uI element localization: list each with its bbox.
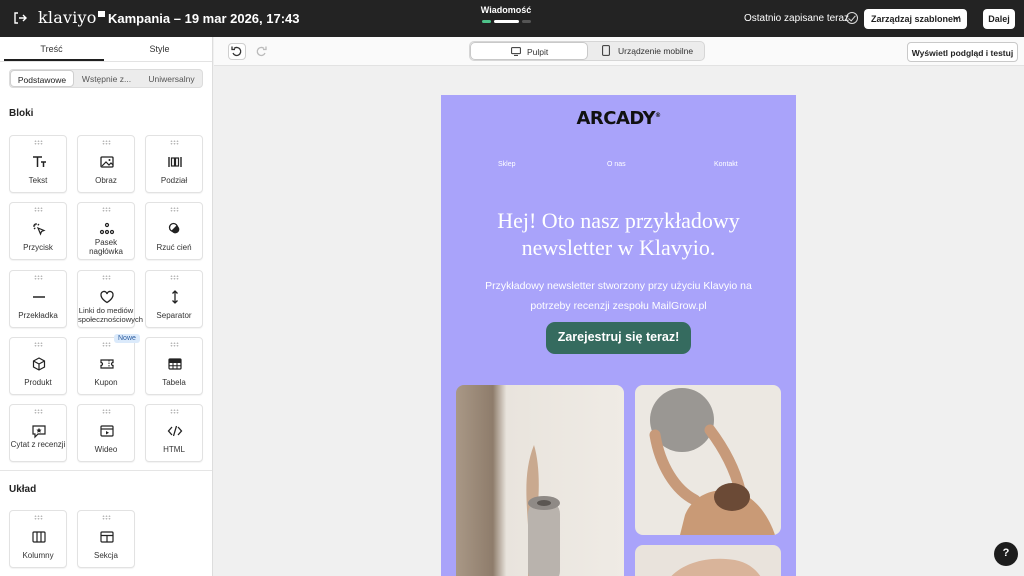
block-text[interactable]: Tekst xyxy=(9,135,67,193)
email-headline[interactable]: Hej! Oto nasz przykładowy newsletter w K… xyxy=(461,207,776,261)
block-section[interactable]: Sekcja xyxy=(77,510,135,568)
campaign-title: Kampania – 19 mar 2026, 17:43 xyxy=(108,11,300,26)
email-cta-button[interactable]: Zarejestruj się teraz! xyxy=(546,322,691,354)
check-circle-icon xyxy=(846,12,858,24)
shadow-icon xyxy=(168,222,180,234)
email-nav-contact[interactable]: Kontakt xyxy=(714,161,738,168)
exit-icon[interactable] xyxy=(12,10,28,26)
quote-icon xyxy=(32,425,46,439)
monitor-icon xyxy=(511,47,521,56)
email-nav-about[interactable]: O nas xyxy=(607,161,626,168)
tab-style[interactable]: Style xyxy=(108,44,211,54)
text-icon xyxy=(33,156,46,167)
canvas-toolbar: Pulpit Urządzenie mobilne Wyświetl podgl… xyxy=(214,37,1024,66)
manage-template-button[interactable]: Zarządzaj szablonem xyxy=(864,9,967,29)
saved-status: Ostatnio zapisane teraz xyxy=(744,13,850,24)
email-preview[interactable]: ARCADY® Sklep O nas Kontakt Hej! Oto nas… xyxy=(441,95,796,576)
heart-icon xyxy=(100,290,114,304)
klaviyo-logo: klaviyo xyxy=(38,8,105,27)
block-button[interactable]: Przycisk xyxy=(9,202,67,260)
help-button[interactable]: ? xyxy=(994,542,1018,566)
layout-heading: Układ xyxy=(9,484,37,495)
fitness-ball-photo[interactable] xyxy=(635,385,781,535)
new-badge: Nowe xyxy=(114,334,140,343)
block-review-quote[interactable]: Cytat z recenzji xyxy=(9,404,67,462)
top-bar: klaviyo Kampania – 19 mar 2026, 17:43 Wi… xyxy=(0,0,1024,37)
email-nav-shop[interactable]: Sklep xyxy=(498,161,516,168)
header-bar-icon xyxy=(99,222,115,235)
table-icon xyxy=(168,358,182,370)
tab-content[interactable]: Treść xyxy=(0,44,103,54)
coupon-icon xyxy=(100,359,114,369)
blocks-heading: Bloki xyxy=(9,108,34,119)
yoga-mat-photo[interactable] xyxy=(456,385,624,576)
step-indicator[interactable]: Wiadomość xyxy=(470,5,542,23)
preview-test-button[interactable]: Wyświetl podgląd i testuj xyxy=(907,42,1018,62)
cursor-click-icon xyxy=(33,223,46,236)
device-toggle: Pulpit Urządzenie mobilne xyxy=(469,41,705,61)
redo-button[interactable] xyxy=(253,43,269,60)
block-coupon[interactable]: Kupon xyxy=(77,337,135,395)
next-button[interactable]: Dalej xyxy=(983,9,1015,29)
phone-icon xyxy=(602,45,610,56)
step-label: Wiadomość xyxy=(480,5,532,15)
block-image[interactable]: Obraz xyxy=(77,135,135,193)
block-divider[interactable]: Przekładka xyxy=(9,270,67,328)
segment-universal[interactable]: Uniwersalny xyxy=(139,70,204,87)
email-body-text[interactable]: Przykładowy newsletter stworzony przy uż… xyxy=(471,276,766,316)
mobile-view-button[interactable]: Urządzenie mobilne xyxy=(588,42,704,60)
section-icon xyxy=(100,531,114,543)
block-product[interactable]: Produkt xyxy=(9,337,67,395)
sidebar-tabs: Treść Style xyxy=(0,37,212,62)
block-header-bar[interactable]: Pasek nagłówka xyxy=(77,202,135,260)
code-icon xyxy=(167,425,183,437)
split-icon xyxy=(168,157,182,167)
block-social-links[interactable]: Linki do mediów społecznościowych xyxy=(77,270,143,328)
divider-icon xyxy=(33,296,45,298)
box-icon xyxy=(32,357,46,371)
section-divider xyxy=(0,470,212,471)
active-tab-indicator xyxy=(4,59,104,61)
undo-icon xyxy=(231,46,242,57)
sidebar: Treść Style Podstawowe Wstępnie z... Uni… xyxy=(0,37,213,576)
spacer-icon xyxy=(172,290,178,304)
block-columns[interactable]: Kolumny xyxy=(9,510,67,568)
columns-icon xyxy=(32,531,46,543)
image-icon xyxy=(100,156,114,168)
lifestyle-photo[interactable] xyxy=(635,545,781,576)
block-video[interactable]: Wideo xyxy=(77,404,135,462)
block-table[interactable]: Tabela xyxy=(145,337,203,395)
block-spacer[interactable]: Separator xyxy=(145,270,203,328)
undo-button[interactable] xyxy=(228,43,246,60)
block-html[interactable]: HTML xyxy=(145,404,203,462)
video-icon xyxy=(100,425,114,437)
block-drop-shadow[interactable]: Rzuć cień xyxy=(145,202,203,260)
segment-basic[interactable]: Podstawowe xyxy=(10,70,74,87)
step-progress xyxy=(470,20,542,23)
brand-logo: ARCADY® xyxy=(576,108,661,129)
block-category-switch: Podstawowe Wstępnie z... Uniwersalny xyxy=(9,69,203,88)
redo-icon xyxy=(256,46,267,57)
segment-prebuilt[interactable]: Wstępnie z... xyxy=(74,70,139,87)
block-split[interactable]: Podział xyxy=(145,135,203,193)
desktop-view-button[interactable]: Pulpit xyxy=(470,42,588,60)
